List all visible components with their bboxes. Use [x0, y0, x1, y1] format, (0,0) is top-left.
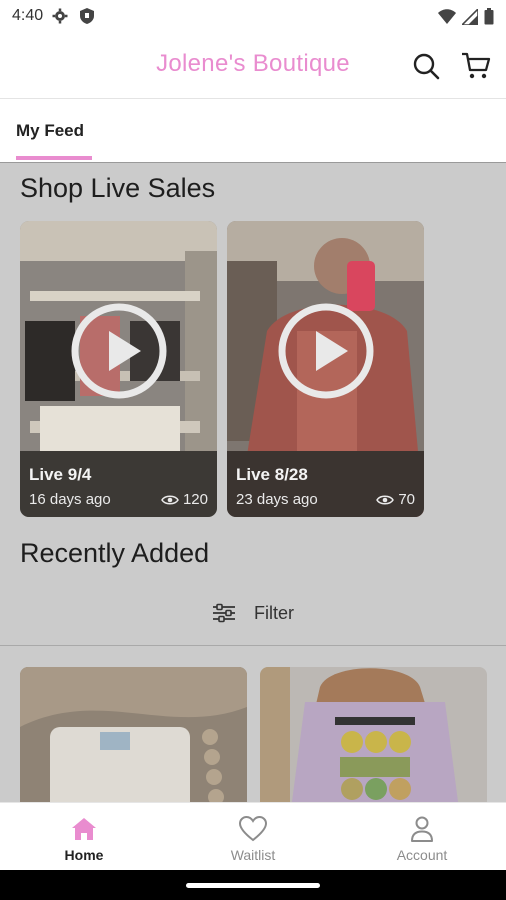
battery-icon [484, 8, 494, 25]
play-icon [71, 303, 166, 399]
nav-waitlist-label: Waitlist [230, 847, 276, 863]
live-sale-label: Live 9/4 [29, 465, 92, 484]
status-bar: 4:40 [0, 0, 506, 34]
bottom-navigation: Home Waitlist Account [0, 802, 506, 870]
play-icon [278, 303, 373, 399]
nav-account[interactable]: Account [338, 803, 506, 871]
filter-button[interactable]: Filter [0, 593, 506, 633]
live-sale-views: 70 [376, 491, 415, 508]
cart-icon [462, 52, 491, 79]
view-count: 120 [182, 491, 208, 508]
tab-label: My Feed [16, 121, 85, 140]
heart-icon [239, 815, 267, 843]
filter-sliders-icon [213, 603, 235, 623]
tab-my-feed[interactable]: My Feed [16, 99, 92, 163]
live-sale-age: 16 days ago [29, 491, 111, 508]
nav-account-label: Account [396, 847, 448, 863]
active-tab-indicator [16, 156, 92, 160]
live-sales-title: Shop Live Sales [20, 173, 216, 203]
cart-button[interactable] [458, 48, 494, 84]
person-icon [408, 815, 436, 843]
signal-icon [462, 8, 478, 25]
gesture-handle[interactable] [186, 883, 320, 888]
recently-added-title: Recently Added [20, 538, 210, 568]
wifi-icon [438, 8, 456, 24]
nav-home-label: Home [64, 847, 104, 863]
feed-content[interactable]: Shop Live Sales Live 9/4 16 days ago 120 [0, 162, 506, 802]
live-sale-age: 23 days ago [236, 491, 318, 508]
status-indicators [438, 8, 494, 25]
product-image [20, 667, 247, 802]
settings-gear-icon [52, 8, 68, 29]
eye-icon [161, 495, 179, 504]
app-header: Jolene's Boutique [0, 34, 506, 98]
system-gesture-bar [0, 870, 506, 900]
product-image [260, 667, 487, 802]
feed-tabs: My Feed [0, 98, 506, 162]
status-time: 4:40 [12, 7, 44, 24]
view-count: 70 [398, 491, 415, 508]
product-card[interactable] [260, 667, 487, 802]
section-divider [0, 645, 506, 646]
shield-icon [80, 8, 94, 29]
search-button[interactable] [408, 48, 444, 84]
live-sale-card[interactable]: Live 9/4 16 days ago 120 [20, 221, 217, 517]
eye-icon [376, 495, 395, 504]
nav-waitlist[interactable]: Waitlist [169, 803, 337, 871]
home-icon [70, 815, 98, 843]
product-card[interactable] [20, 667, 247, 802]
live-sale-label: Live 8/28 [236, 465, 308, 484]
live-sale-card[interactable]: Live 8/28 23 days ago 70 [227, 221, 424, 517]
search-icon [413, 53, 440, 80]
nav-home[interactable]: Home [0, 803, 168, 871]
live-sale-views: 120 [161, 491, 208, 508]
filter-label: Filter [254, 602, 294, 623]
